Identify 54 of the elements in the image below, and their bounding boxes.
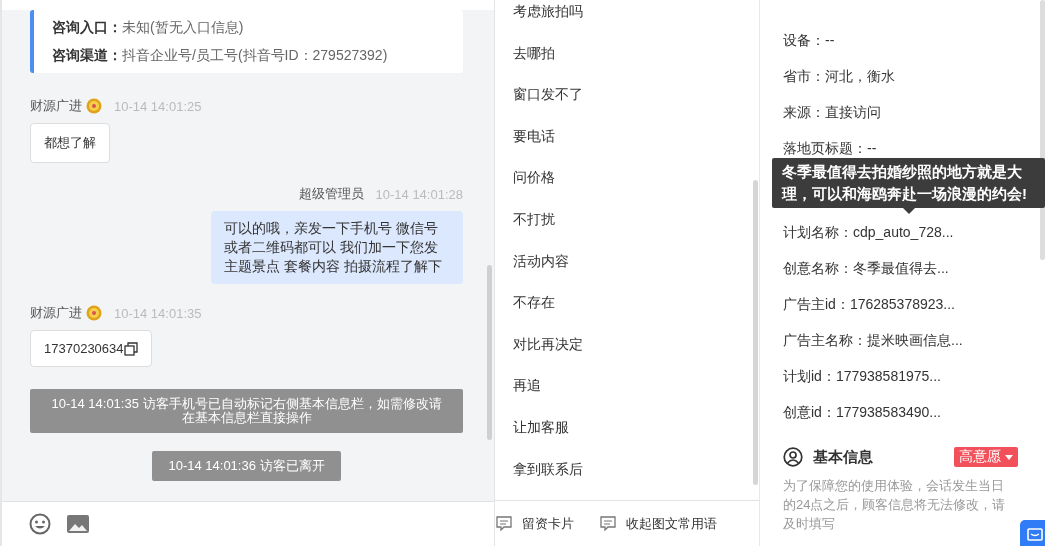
- info-line: 咨询渠道：抖音企业号/员工号(抖音号ID：279527392): [52, 47, 389, 65]
- notice-text: 为了保障您的使用体验，会话发生当日的24点之后，顾客信息将无法修改，请及时填写: [783, 477, 1007, 533]
- sender-name: 财源广进: [30, 97, 82, 115]
- phrase-item[interactable]: 对比再决定: [495, 323, 759, 366]
- info-line: 咨询入口：未知(暂无入口信息): [52, 19, 245, 37]
- info-field: 设备：--: [783, 22, 1023, 58]
- user-icon: [783, 447, 803, 467]
- chat-icon: [1027, 528, 1043, 542]
- tooltip: 冬季最值得去拍婚纱照的地方就是大理，可以和海鸥奔赴一场浪漫的约会!: [772, 158, 1045, 208]
- emoji-icon: [29, 513, 51, 535]
- message-bubble: 17370230634: [30, 330, 152, 367]
- message-time: 10-14 14:01:25: [114, 98, 202, 114]
- phrase-item[interactable]: 不打扰: [495, 198, 759, 241]
- phrase-item[interactable]: 要电话: [495, 115, 759, 158]
- message-bubble: 可以的哦，亲发一下手机号 微信号或者二维码都可以 我们加一下您发主题景点 套餐内容 拍摄流程了解下: [211, 211, 463, 284]
- copy-icon: [123, 341, 138, 356]
- message-time: 10-14 14:01:28: [375, 186, 463, 202]
- tooltip-arrow-icon: [903, 208, 915, 214]
- phrase-item[interactable]: 问价格: [495, 157, 759, 199]
- phrase-item[interactable]: 活动内容: [495, 240, 759, 283]
- info-field: 计划id：177938581975...: [783, 358, 1023, 394]
- phrase-item[interactable]: 让加客服: [495, 406, 759, 449]
- phrase-item[interactable]: 窗口发不了: [495, 74, 759, 116]
- message-time: 10-14 14:01:35: [114, 305, 202, 321]
- message-bubble: 都想了解: [30, 123, 110, 163]
- info-field: 来源：直接访问: [783, 94, 1023, 130]
- info-field: 广告主id：176285378923...: [783, 286, 1023, 322]
- section-title: 基本信息: [813, 447, 873, 467]
- scrollbar[interactable]: [753, 180, 758, 485]
- phrase-item[interactable]: 再追: [495, 365, 759, 407]
- sender-name: 财源广进: [30, 304, 82, 322]
- info-field: 创意名称：冬季最值得去...: [783, 250, 1023, 286]
- system-notice: 10-14 14:01:35 访客手机号已自动标记右侧基本信息栏，如需修改请在基本信息栏直接操作: [30, 389, 463, 433]
- phrase-item[interactable]: 不存在: [495, 282, 759, 324]
- chat-float-button[interactable]: [1020, 520, 1045, 546]
- medal-icon: [86, 98, 102, 114]
- system-notice: 10-14 14:01:36 访客已离开: [152, 451, 341, 481]
- message-icon: [496, 516, 512, 531]
- caret-icon: [1005, 454, 1013, 460]
- info-field: 计划名称：cdp_auto_728...: [783, 214, 1023, 250]
- info-field: 省市：河北，衡水: [783, 58, 1023, 94]
- sender-name: 超级管理员: [298, 185, 364, 203]
- phrase-item[interactable]: 去哪拍: [495, 32, 759, 75]
- scrollbar[interactable]: [487, 265, 492, 440]
- info-field: 创意id：177938583490...: [783, 394, 1023, 430]
- message-icon: [600, 516, 616, 531]
- image-icon: [67, 514, 89, 534]
- phrase-item[interactable]: 拿到联系后: [495, 448, 759, 491]
- scrollbar[interactable]: [1040, 0, 1045, 260]
- phrase-item[interactable]: 考虑旅拍吗: [495, 0, 759, 33]
- medal-icon: [86, 305, 102, 321]
- action-button[interactable]: 收起图文常用语: [600, 514, 717, 533]
- info-field: 广告主名称：提米映画信息...: [783, 322, 1023, 358]
- action-button[interactable]: 留资卡片: [496, 514, 574, 533]
